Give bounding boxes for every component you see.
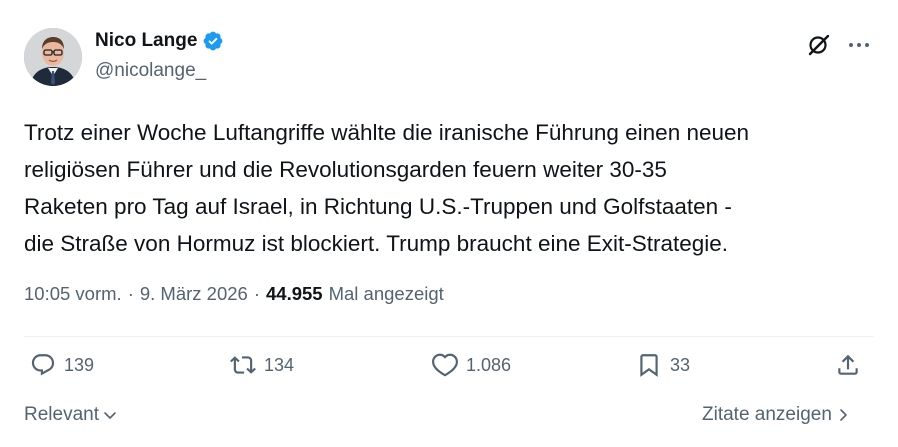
divider bbox=[24, 336, 874, 337]
tweet-card: Nico Lange @nicolange_ Trotz einer Woche… bbox=[0, 0, 898, 447]
views-label[interactable]: Mal angezeigt bbox=[329, 283, 444, 305]
author-name[interactable]: Nico Lange bbox=[95, 30, 197, 52]
repost-icon bbox=[230, 356, 256, 374]
grok-icon[interactable] bbox=[806, 32, 832, 58]
author-name-row[interactable]: Nico Lange bbox=[95, 30, 224, 52]
reply-button[interactable]: 139 bbox=[30, 352, 94, 378]
author-handle[interactable]: @nicolange_ bbox=[95, 60, 206, 82]
reply-icon bbox=[31, 354, 55, 376]
heart-icon bbox=[432, 353, 458, 377]
action-bar: 139 134 1.086 33 bbox=[24, 352, 874, 392]
chevron-down-icon bbox=[104, 412, 116, 419]
tweet-meta: 10:05 vorm. · 9. März 2026 · 44.955 Mal … bbox=[24, 283, 444, 305]
tweet-date[interactable]: 9. März 2026 bbox=[140, 283, 248, 305]
tweet-text: Trotz einer Woche Luftangriffe wählte di… bbox=[24, 120, 750, 256]
like-button[interactable]: 1.086 bbox=[432, 352, 511, 378]
share-icon bbox=[838, 354, 858, 375]
like-count: 1.086 bbox=[466, 354, 512, 375]
sort-label: Relevant bbox=[24, 404, 99, 425]
quotes-label: Zitate anzeigen bbox=[702, 404, 832, 425]
repost-count: 134 bbox=[264, 354, 295, 375]
verified-badge-icon bbox=[202, 30, 224, 52]
chevron-right-icon bbox=[840, 409, 847, 421]
meta-separator: · bbox=[127, 283, 134, 304]
sort-replies-dropdown[interactable]: Relevant bbox=[24, 404, 118, 426]
reply-count: 139 bbox=[64, 354, 95, 375]
bookmark-icon bbox=[640, 354, 658, 377]
view-count[interactable]: 44.955 bbox=[266, 283, 323, 305]
view-quotes-link[interactable]: Zitate anzeigen bbox=[702, 404, 851, 426]
more-options-icon[interactable] bbox=[846, 32, 872, 58]
bookmark-count: 33 bbox=[670, 354, 691, 375]
bookmark-button[interactable]: 33 bbox=[636, 352, 690, 378]
tweet-time[interactable]: 10:05 vorm. bbox=[24, 283, 122, 305]
meta-separator: · bbox=[253, 283, 261, 304]
avatar-image bbox=[24, 28, 82, 86]
avatar[interactable] bbox=[24, 28, 82, 86]
share-button[interactable] bbox=[835, 352, 861, 378]
repost-button[interactable]: 134 bbox=[230, 352, 294, 378]
